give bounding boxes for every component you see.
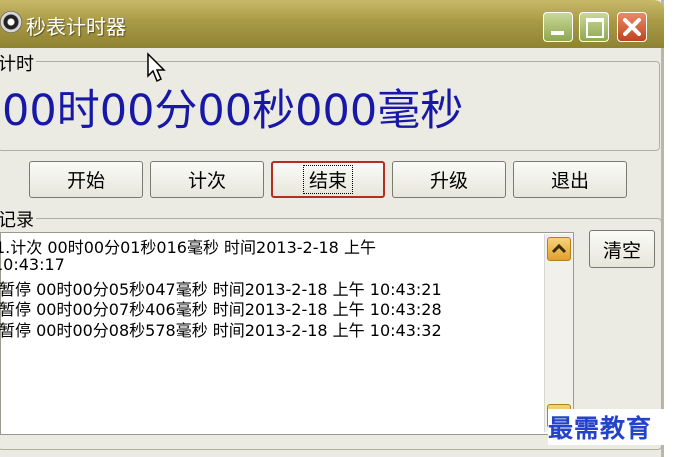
lap-button-label: 计次 [187,170,226,192]
upgrade-button[interactable]: 升级 [392,161,506,198]
exit-button[interactable]: 退出 [513,161,627,198]
close-icon [623,18,641,36]
records-list[interactable]: 1.计次 00时00分01秒016毫秒 时间2013-2-18 上午 10:43… [0,232,574,435]
stop-button[interactable]: 结束 [271,161,385,198]
records-group-label: 记录 [0,206,36,232]
stopwatch-window: 秒表计时器 计时 00时00分00秒000毫秒 开始 计次 结束 升级 退出 记… [0,0,664,457]
scroll-up-button[interactable] [547,237,571,261]
close-button[interactable] [617,12,647,42]
minimize-button[interactable] [543,12,573,42]
timer-group-label: 计时 [0,50,36,76]
record-line: 暂停 00时00分08秒578毫秒 时间2013-2-18 上午 10:43:3… [0,321,442,340]
chevron-up-icon [551,243,567,254]
mouse-cursor-icon [147,52,166,83]
window-title: 秒表计时器 [26,15,126,39]
clear-button-label: 清空 [602,239,641,262]
start-button-label: 开始 [66,170,105,192]
watermark: 最需教育 [548,409,680,445]
records-scrollbar[interactable] [544,234,573,432]
maximize-button[interactable] [579,12,609,42]
exit-button-label: 退出 [550,170,589,192]
clear-button[interactable]: 清空 [589,230,655,268]
title-bar[interactable]: 秒表计时器 [0,0,664,48]
upgrade-button-label: 升级 [429,170,468,192]
stop-button-label: 结束 [302,165,353,194]
start-button[interactable]: 开始 [29,161,143,198]
record-line: 10:43:17 [0,255,65,274]
stopwatch-icon [0,11,22,33]
lap-button[interactable]: 计次 [150,161,264,198]
timer-display: 00时00分00秒000毫秒 [2,86,464,136]
